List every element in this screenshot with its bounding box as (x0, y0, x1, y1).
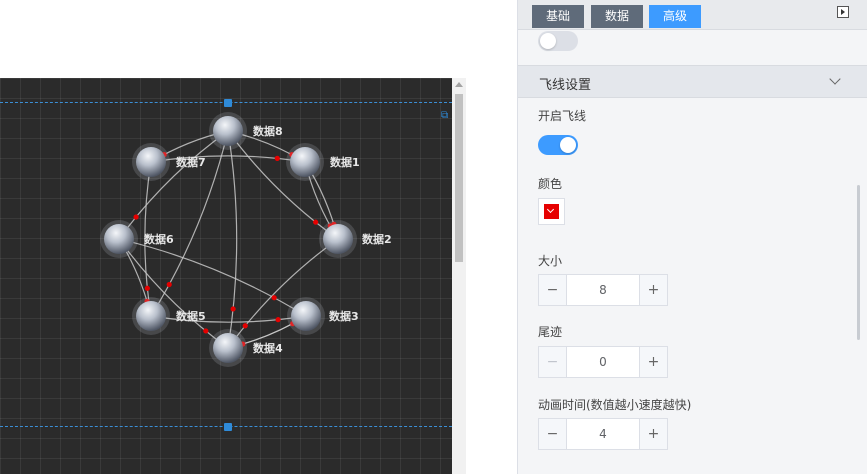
top-switch[interactable] (538, 31, 578, 51)
graph-edge (118, 130, 229, 240)
scroll-up-icon[interactable] (455, 82, 463, 87)
flight-marker (203, 328, 209, 334)
node-label: 数据4 (253, 341, 283, 355)
graph-node[interactable]: 数据2 (319, 220, 392, 258)
flight-marker (271, 295, 277, 301)
anim-time-value[interactable]: 4 (567, 419, 639, 449)
size-label: 大小 (538, 254, 563, 268)
graph-nodes: 数据8 数据1 数据2 数据3 数据4 数据5 数据6 数据7 (100, 112, 392, 367)
color-label: 颜色 (538, 177, 563, 191)
graph-edge (227, 130, 339, 240)
node-label: 数据2 (362, 232, 392, 246)
node-label: 数据5 (176, 309, 206, 323)
graph-edge (150, 155, 306, 163)
relation-graph: 数据8 数据1 数据2 数据3 数据4 数据5 数据6 数据7 (100, 112, 392, 367)
corner-expand-icon[interactable]: ⧉ (441, 111, 448, 121)
color-dropdown-icon (544, 204, 559, 219)
graph-node[interactable]: 数据7 (132, 143, 206, 181)
flight-marker (144, 285, 150, 291)
flight-marker (230, 306, 236, 312)
graph-node[interactable]: 数据4 (209, 329, 283, 367)
node-ball[interactable] (136, 301, 166, 331)
chevron-down-icon[interactable] (829, 73, 841, 85)
anim-increment-button[interactable]: + (639, 419, 667, 449)
settings-panel: 基础 数据 高级 飞线设置 开启飞线 颜色 大小 − 8 + 尾迹 − 0 + … (517, 0, 867, 474)
graph-edge (150, 315, 307, 323)
anim-time-stepper[interactable]: − 4 + (538, 418, 668, 450)
graph-edge (227, 130, 238, 349)
trail-stepper[interactable]: − 0 + (538, 346, 668, 378)
enable-flyline-switch[interactable] (538, 135, 578, 155)
enable-flyline-label: 开启飞线 (538, 109, 587, 123)
canvas-area: 数据8 数据1 数据2 数据3 数据4 数据5 数据6 数据7 ⧉ (0, 0, 517, 474)
chart-editor-canvas[interactable]: 数据8 数据1 数据2 数据3 数据4 数据5 数据6 数据7 (0, 78, 452, 474)
size-value[interactable]: 8 (567, 275, 639, 305)
tab-data[interactable]: 数据 (591, 5, 643, 28)
trail-value[interactable]: 0 (567, 347, 639, 377)
node-label: 数据7 (176, 155, 206, 169)
section-header-flyline[interactable]: 飞线设置 (518, 65, 867, 98)
node-ball[interactable] (323, 224, 353, 254)
trail-label: 尾迹 (538, 325, 563, 339)
flight-marker (313, 219, 319, 225)
node-label: 数据6 (144, 232, 174, 246)
node-ball[interactable] (213, 333, 243, 363)
node-ball[interactable] (290, 147, 320, 177)
node-ball[interactable] (136, 147, 166, 177)
flight-marker (166, 281, 172, 288)
graph-edge (118, 238, 229, 349)
node-ball[interactable] (213, 116, 243, 146)
flight-marker (133, 214, 139, 220)
panel-scrollbar[interactable] (857, 185, 860, 340)
node-label: 数据3 (329, 309, 359, 323)
tab-bar: 基础 数据 高级 (518, 0, 867, 30)
size-increment-button[interactable]: + (639, 275, 667, 305)
flight-marker (274, 155, 280, 161)
anim-time-label: 动画时间(数值越小速度越快) (538, 398, 692, 412)
graph-node[interactable]: 数据8 (209, 112, 283, 150)
scroll-thumb[interactable] (455, 94, 463, 262)
panel-collapse-icon[interactable] (837, 6, 849, 18)
tab-advanced[interactable]: 高级 (649, 5, 701, 28)
size-stepper[interactable]: − 8 + (538, 274, 668, 306)
graph-edge (227, 238, 339, 349)
node-label: 数据1 (330, 155, 360, 169)
anim-decrement-button[interactable]: − (539, 419, 567, 449)
graph-node[interactable]: 数据1 (286, 143, 360, 181)
color-picker[interactable] (538, 198, 565, 225)
tab-basic[interactable]: 基础 (532, 5, 584, 28)
flight-marker (275, 317, 281, 323)
section-title: 飞线设置 (539, 78, 592, 93)
graph-node[interactable]: 数据6 (100, 220, 174, 258)
trail-increment-button[interactable]: + (639, 347, 667, 377)
node-label: 数据8 (253, 124, 283, 138)
graph-node[interactable]: 数据3 (287, 297, 359, 335)
node-ball[interactable] (291, 301, 321, 331)
graph-node[interactable]: 数据5 (132, 297, 206, 335)
size-decrement-button[interactable]: − (539, 275, 567, 305)
node-ball[interactable] (104, 224, 134, 254)
trail-decrement-button[interactable]: − (539, 347, 567, 377)
flight-marker (242, 323, 248, 329)
canvas-scrollbar[interactable] (452, 78, 466, 474)
